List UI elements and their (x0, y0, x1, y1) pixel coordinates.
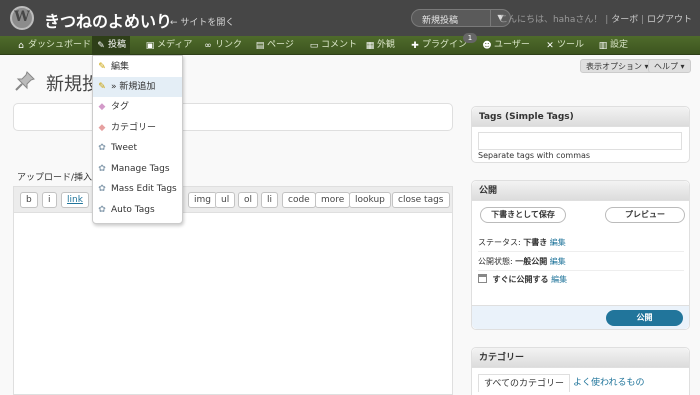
menu-item-plugins[interactable]: ✚ プラグイン (410, 36, 467, 55)
user-info: こんにちは、hahaさん！ | ターボ | ログアウト (498, 15, 692, 25)
visit-site-link[interactable]: ← サイトを開く (170, 15, 234, 28)
screen-options-button[interactable]: 表示オプション ▾ (580, 59, 655, 73)
pushpin-icon (15, 71, 35, 91)
menu-item-media[interactable]: ▣ メディア (145, 36, 193, 55)
tags-metabox-title[interactable]: Tags (Simple Tags) (472, 107, 689, 127)
quicktag-img-button[interactable]: img (188, 192, 217, 208)
quicktag-code-button[interactable]: code (282, 192, 316, 208)
appearance-icon: ▦ (365, 41, 375, 51)
preview-button[interactable]: プレビュー (605, 207, 685, 223)
quicktag-lookup-button[interactable]: lookup (349, 192, 391, 208)
edit-visibility-link[interactable]: 編集 (550, 257, 566, 266)
gear-icon: ✿ (98, 184, 106, 194)
quicktag-ol-button[interactable]: ol (238, 192, 259, 208)
edit-status-link[interactable]: 編集 (550, 238, 566, 247)
menu-item-dashboard[interactable]: ⌂ ダッシュボード (16, 36, 91, 55)
quicktags-toolbar: b i link img ul ol li code more lookup c… (14, 187, 452, 213)
post-editor[interactable]: b i link img ul ol li code more lookup c… (13, 186, 453, 395)
profile-link[interactable]: ターボ (611, 15, 638, 25)
pin-icon: ✎ (97, 41, 105, 51)
help-button[interactable]: ヘルプ ▾ (648, 59, 691, 73)
admin-menu-bar: ⌂ ダッシュボード ✎ 投稿 ▣ メディア ∞ リンク ▤ ページ ▭ コメント ▦ 外観 ✚… (0, 36, 700, 55)
pencil-icon: ✎ (98, 62, 106, 72)
tag-icon: ◆ (98, 102, 106, 112)
menu-item-pages[interactable]: ▤ ページ (255, 36, 294, 55)
quicktag-italic-button[interactable]: i (42, 192, 57, 208)
quicktag-link-button[interactable]: link (61, 192, 89, 208)
home-icon: ⌂ (18, 41, 24, 51)
calendar-icon (478, 274, 487, 283)
publish-actions: 公開 (472, 305, 689, 329)
menu-item-appearance[interactable]: ▦ 外観 (365, 36, 395, 55)
quicktag-ul-button[interactable]: ul (215, 192, 236, 208)
site-title: きつねのよめいり (44, 12, 173, 31)
menu-item-settings[interactable]: ▥ 設定 (598, 36, 628, 55)
upload-insert-label: アップロード/挿入 (17, 173, 93, 183)
publish-metabox-title[interactable]: 公開 (472, 181, 689, 201)
submenu-item-categories[interactable]: ◆ カテゴリー (93, 118, 182, 138)
admin-header: W きつねのよめいり ← サイトを開く 新規投稿 ▼ こんにちは、hahaさん！… (0, 0, 700, 36)
tags-input[interactable] (478, 132, 682, 150)
tags-hint: Separate tags with commas (478, 151, 591, 160)
gear-icon: ✿ (98, 205, 106, 215)
quicktag-li-button[interactable]: li (261, 192, 279, 208)
greeting-text: こんにちは、hahaさん！ (498, 15, 603, 25)
edit-schedule-link[interactable]: 編集 (551, 275, 567, 284)
menu-item-users[interactable]: ☻ ユーザー (482, 36, 530, 55)
tag-icon: ◆ (98, 123, 106, 133)
submenu-item-auto-tags[interactable]: ✿ Auto Tags (93, 200, 182, 220)
link-icon: ∞ (204, 41, 212, 51)
quicktag-close-tags-button[interactable]: close tags (392, 192, 450, 208)
menu-item-tools[interactable]: ✕ ツール (545, 36, 584, 55)
category-metabox-title[interactable]: カテゴリー (472, 348, 689, 368)
submenu-item-mass-edit-tags[interactable]: ✿ Mass Edit Tags (93, 179, 182, 199)
submenu-item-add-new[interactable]: ✎» 新規追加 (93, 77, 182, 97)
posts-submenu: ✎ 編集 ✎» 新規追加 ◆ タグ ◆ カテゴリー ✿ Tweet ✿ Manage Ta… (92, 55, 183, 224)
menu-item-links[interactable]: ∞ リンク (203, 36, 242, 55)
publish-button[interactable]: 公開 (606, 310, 683, 326)
post-title-input[interactable] (13, 103, 453, 131)
quicktag-bold-button[interactable]: b (20, 192, 38, 208)
media-icon: ▣ (145, 41, 155, 51)
submenu-item-tweet[interactable]: ✿ Tweet (93, 138, 182, 158)
pencil-icon: ✎ (98, 82, 106, 92)
save-draft-button[interactable]: 下書きとして保存 (480, 207, 566, 223)
users-icon: ☻ (482, 41, 492, 51)
tools-icon: ✕ (546, 41, 554, 51)
gear-icon: ✿ (98, 143, 106, 153)
plugin-icon: ✚ (411, 41, 419, 51)
settings-icon: ▥ (598, 41, 608, 51)
menu-item-comments[interactable]: ▭ コメント (309, 36, 357, 55)
favorite-actions-select[interactable]: 新規投稿 ▼ (411, 9, 511, 27)
submenu-item-tags[interactable]: ◆ タグ (93, 97, 182, 117)
gear-icon: ✿ (98, 164, 106, 174)
tags-metabox: Tags (Simple Tags) Separate tags with co… (471, 106, 690, 163)
menu-item-posts[interactable]: ✎ 投稿 (92, 36, 131, 55)
quicktag-more-button[interactable]: more (315, 192, 351, 208)
post-schedule: すぐに公開する 編集 (478, 274, 567, 285)
tab-popular-categories[interactable]: よく使われるもの (568, 374, 650, 392)
submenu-item-edit[interactable]: ✎ 編集 (93, 57, 182, 77)
logout-link[interactable]: ログアウト (647, 15, 692, 25)
publish-metabox: 公開 下書きとして保存 プレビュー ステータス: 下書き 編集 公開状態: 一般… (471, 180, 690, 330)
tab-all-categories[interactable]: すべてのカテゴリー (478, 374, 571, 392)
wordpress-logo-icon[interactable]: W (10, 6, 34, 30)
favorite-actions-label: 新規投稿 (422, 16, 459, 26)
submenu-item-manage-tags[interactable]: ✿ Manage Tags (93, 159, 182, 179)
post-visibility: 公開状態: 一般公開 編集 (478, 257, 566, 266)
comment-icon: ▭ (309, 41, 319, 51)
pages-icon: ▤ (255, 41, 265, 51)
plugin-update-badge: 1 (463, 33, 477, 43)
post-status: ステータス: 下書き 編集 (478, 238, 566, 247)
category-metabox: カテゴリー すべてのカテゴリー よく使われるもの (471, 347, 690, 395)
